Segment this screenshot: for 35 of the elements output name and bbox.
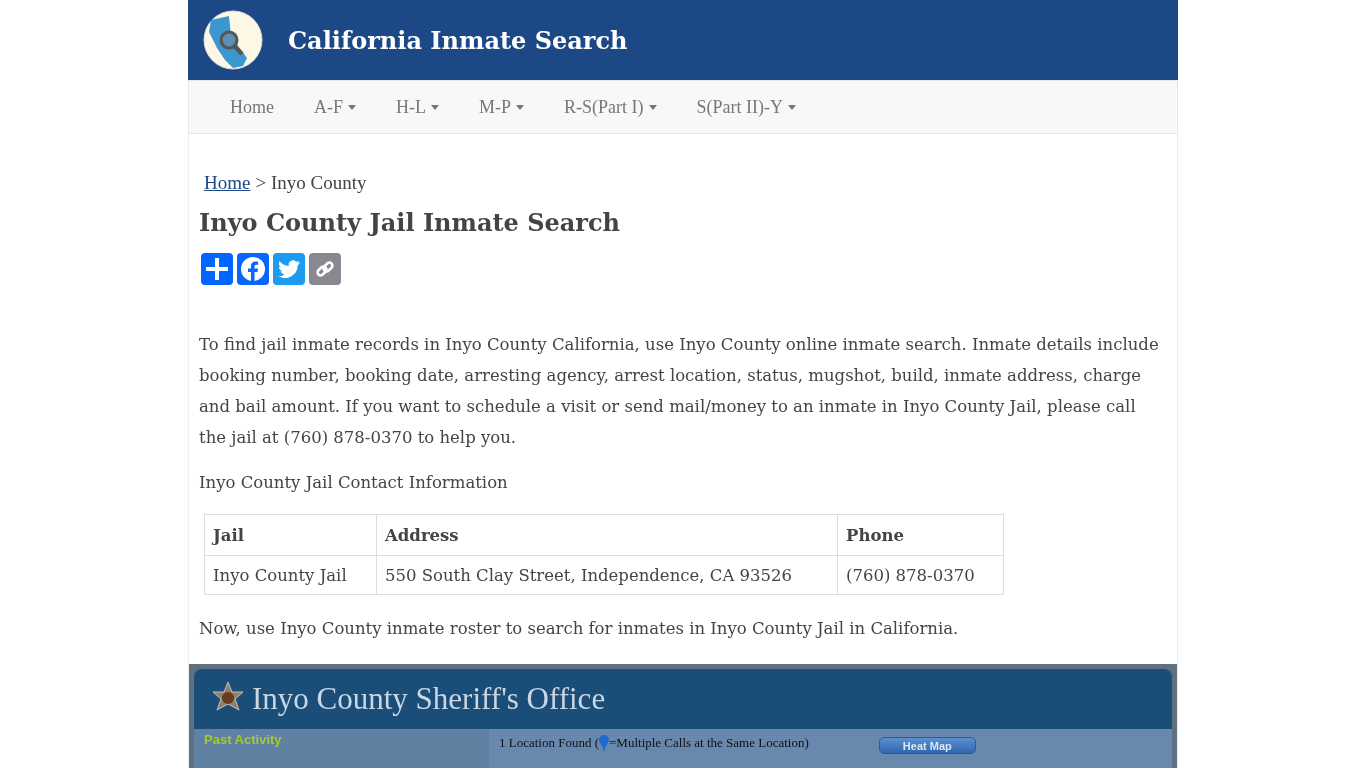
sidebar-heading: Past Activity	[204, 732, 282, 747]
map-pin-icon	[599, 735, 609, 751]
column-header: Phone	[837, 514, 1004, 556]
nav-link[interactable]: M-P	[464, 96, 550, 118]
caret-icon	[648, 104, 657, 110]
link-button[interactable]	[309, 253, 341, 285]
logo-icon	[203, 10, 263, 70]
twitter-button[interactable]	[273, 253, 305, 285]
locations-found-text: 1 Location Found (	[499, 735, 599, 751]
intro-paragraph: To find jail inmate records in Inyo County California, use Inyo County online inmate search. Inmate details include booking number, booking date, arresting agency, arrest location, status, mugshot, build, inmate address, charge and bail amount. If you want to schedule a visit or send mail/money to an inmate in Inyo County Jail, please call the jail at (760) 878-0370 to help you.	[199, 334, 1160, 449]
nav-link[interactable]: R-S(Part I)	[549, 96, 682, 118]
locations-legend-text: =Multiple Calls at the Same Location)	[609, 735, 809, 751]
column-header: Address	[376, 514, 838, 556]
site-title: California Inmate Search	[288, 25, 628, 55]
column-header: Jail	[204, 514, 377, 556]
breadcrumb-current: > Inyo County	[255, 172, 367, 194]
sheriff-title: Inyo County Sheriff's Office	[252, 681, 606, 717]
table-cell: (760) 878-0370	[837, 555, 1004, 595]
breadcrumb-link[interactable]: Home	[204, 172, 251, 194]
nav-link[interactable]: S(Part II)-Y	[681, 96, 821, 118]
roster-note: Now, use Inyo County inmate roster to search for inmates in Inyo County Jail in California.	[199, 618, 960, 640]
caret-icon	[348, 104, 356, 110]
heat-map-button[interactable]: Heat Map	[878, 737, 976, 754]
table-cell: 550 South Clay Street, Independence, CA 93526	[376, 555, 838, 595]
nav-link[interactable]: Home	[215, 96, 299, 118]
nav-link[interactable]: A-F	[299, 96, 381, 118]
nav-link[interactable]: H-L	[381, 96, 464, 118]
share-button[interactable]	[201, 253, 233, 285]
caret-icon	[788, 104, 796, 110]
table-cell: Inyo County Jail	[204, 555, 377, 595]
contact-heading: Inyo County Jail Contact Information	[199, 472, 509, 494]
caret-icon	[431, 104, 439, 110]
facebook-button[interactable]	[237, 253, 269, 285]
page-heading: Inyo County Jail Inmate Search	[199, 208, 622, 237]
caret-icon	[516, 104, 525, 110]
